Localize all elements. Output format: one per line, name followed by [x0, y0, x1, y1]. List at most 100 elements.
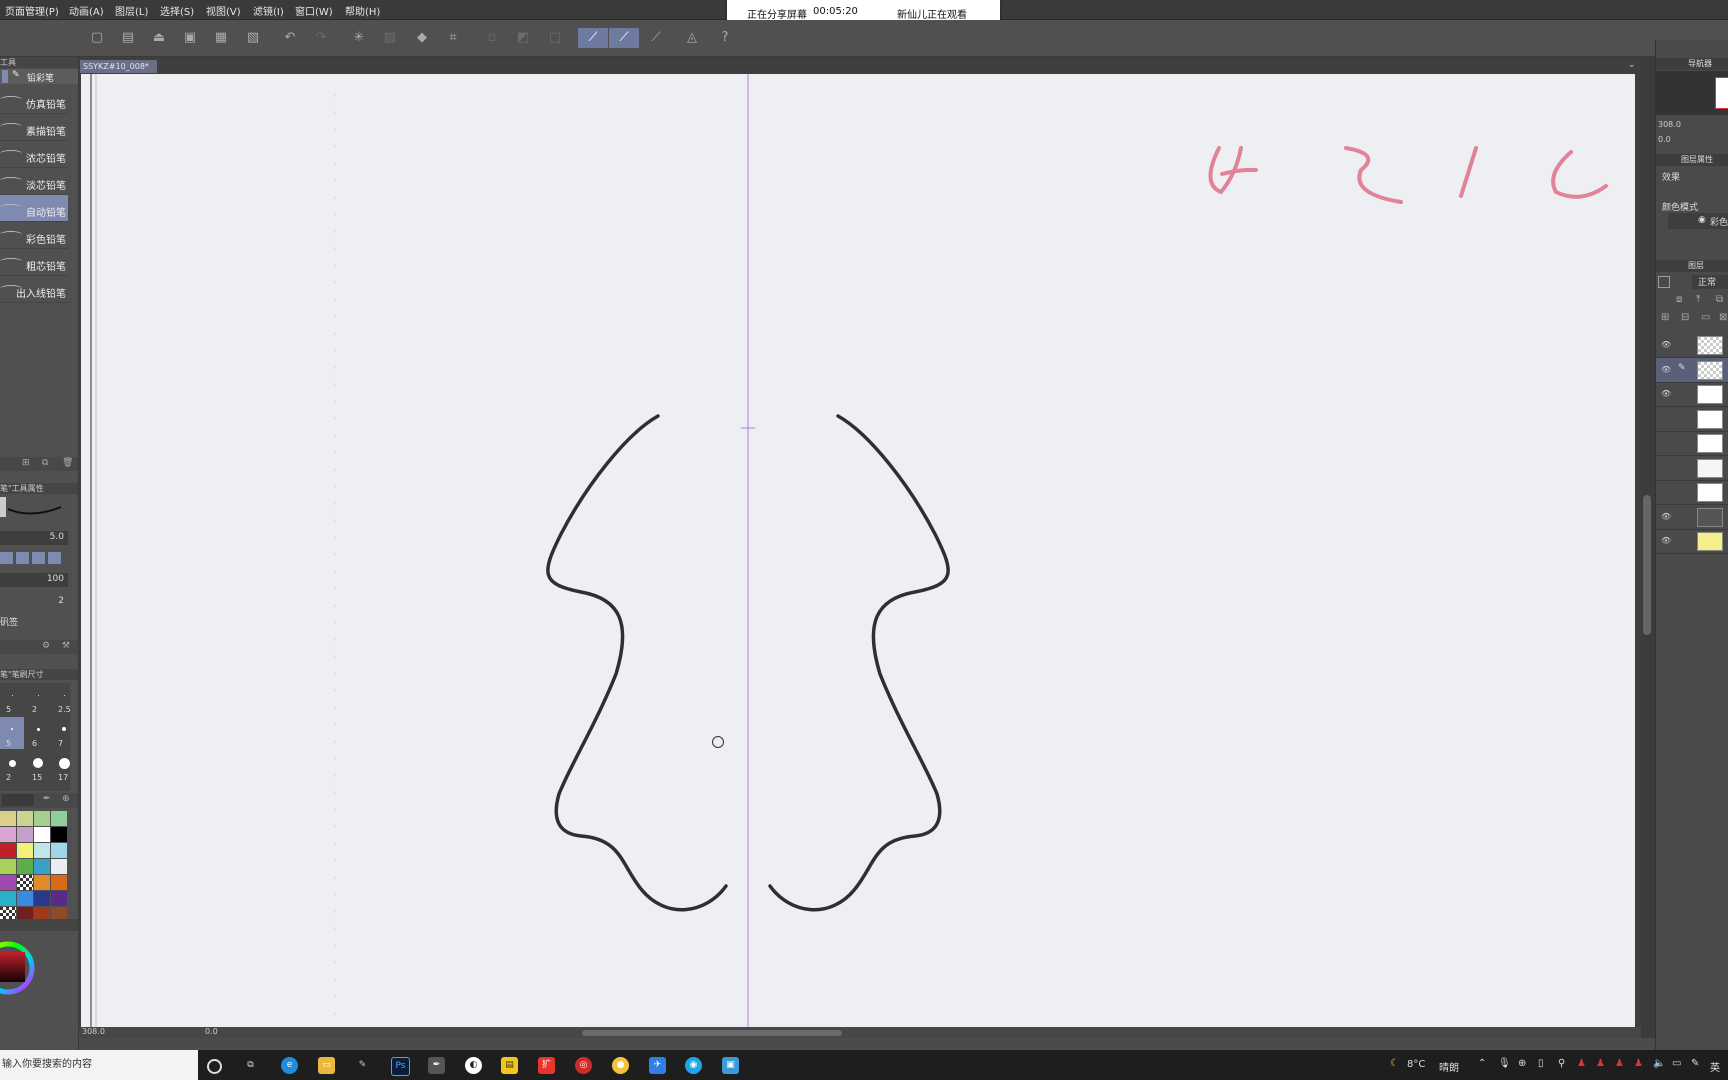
stylus-app-icon[interactable]: ✎: [354, 1057, 371, 1074]
new-folder-icon[interactable]: ▭: [1701, 312, 1710, 323]
angle-readout[interactable]: 0.0: [205, 1027, 218, 1036]
snap-ruler-icon[interactable]: ⟋: [578, 28, 608, 48]
snap-grid-icon[interactable]: ⟋: [646, 28, 666, 48]
weather-desc[interactable]: 晴朗: [1439, 1059, 1459, 1074]
density-button-4[interactable]: [48, 552, 61, 564]
brush-size-preset[interactable]: 2: [0, 751, 24, 783]
brush-size-preset[interactable]: 2: [26, 683, 50, 715]
layer-row[interactable]: 👁: [1656, 333, 1728, 358]
color-swatch[interactable]: [51, 827, 67, 842]
layer-row[interactable]: 👁: [1656, 505, 1728, 530]
color-swatch[interactable]: [17, 843, 33, 858]
display-icon[interactable]: ▭: [1672, 1058, 1681, 1069]
app-icon-ball[interactable]: ●: [612, 1057, 629, 1074]
color-swatch[interactable]: [51, 843, 67, 858]
menu-view[interactable]: 视图(V): [206, 3, 241, 18]
eye-icon[interactable]: [1661, 487, 1669, 495]
ime-indicator[interactable]: 英: [1710, 1059, 1720, 1074]
color-set-dropdown[interactable]: [2, 794, 34, 806]
weather-temp[interactable]: 8°C: [1407, 1059, 1425, 1070]
new-vector-layer-icon[interactable]: ⊟: [1681, 312, 1689, 323]
brush-item[interactable]: 自动铅笔: [0, 195, 68, 222]
brush-item[interactable]: 仿真铅笔: [0, 87, 68, 114]
edge-icon[interactable]: e: [281, 1057, 298, 1074]
tray-app-icon-2[interactable]: ♟: [1596, 1058, 1605, 1069]
layer-row[interactable]: 👁 ✎: [1656, 357, 1728, 383]
lock-checkbox[interactable]: [1658, 276, 1670, 288]
invert-selection-icon[interactable]: ◩: [513, 28, 533, 48]
color-swatch[interactable]: [0, 875, 16, 890]
eye-icon[interactable]: 👁: [1661, 512, 1671, 521]
color-swatch[interactable]: [34, 859, 50, 874]
brush-size-preset[interactable]: 15: [26, 751, 50, 783]
export-icon[interactable]: ▣: [180, 28, 200, 48]
layer-tool-icon-1[interactable]: ⧈: [1676, 294, 1682, 305]
color-swatch[interactable]: [51, 859, 67, 874]
color-swatch[interactable]: [0, 827, 16, 842]
clear-outside-icon[interactable]: ▨: [380, 28, 400, 48]
menu-layer[interactable]: 图层(L): [115, 3, 148, 18]
brush-size-preset[interactable]: 17: [52, 751, 76, 783]
cortana-icon[interactable]: [207, 1059, 222, 1074]
volume-icon[interactable]: 🔈: [1653, 1058, 1665, 1069]
ruler-icon[interactable]: ◬: [682, 28, 702, 48]
density-button-2[interactable]: [16, 552, 29, 564]
color-swatch[interactable]: [34, 811, 50, 826]
clip-studio-icon[interactable]: ✒: [428, 1057, 445, 1074]
layer-row[interactable]: [1656, 456, 1728, 481]
color-mode-button[interactable]: ◉ 彩色: [1668, 213, 1728, 229]
document-tab[interactable]: SSYKZ#10_008* ×: [80, 60, 157, 84]
brush-size-preset[interactable]: 5: [0, 717, 24, 749]
new-file-icon[interactable]: ▢: [87, 28, 107, 48]
app-icon-moon[interactable]: ◐: [465, 1057, 482, 1074]
menu-window[interactable]: 窗口(W): [295, 3, 333, 18]
color-swatch[interactable]: [34, 843, 50, 858]
navigator-angle[interactable]: 0.0: [1658, 135, 1671, 144]
opacity-field[interactable]: 100: [0, 573, 68, 587]
open-file-icon[interactable]: ▤: [118, 28, 138, 48]
blend-mode-dropdown[interactable]: 正常: [1692, 275, 1728, 289]
help-icon[interactable]: ?: [715, 28, 735, 48]
layer-row[interactable]: [1656, 407, 1728, 432]
export-psd-icon[interactable]: ▧: [243, 28, 263, 48]
color-swatch[interactable]: [51, 875, 67, 890]
add-color-icon[interactable]: ⊕: [62, 794, 70, 804]
color-wheel[interactable]: [0, 940, 50, 995]
color-swatch[interactable]: [34, 891, 50, 906]
color-swatch[interactable]: [17, 811, 33, 826]
layer-delete-icon[interactable]: ⊠: [1719, 312, 1727, 323]
eye-icon[interactable]: [1661, 438, 1669, 446]
horizontal-scrollbar[interactable]: [582, 1030, 842, 1036]
subtool-tab-label[interactable]: 铅彩笔: [27, 71, 54, 84]
density-button-3[interactable]: [32, 552, 45, 564]
fill-icon[interactable]: ◆: [412, 28, 432, 48]
tray-app-icon-3[interactable]: ♟: [1615, 1058, 1624, 1069]
eye-icon[interactable]: 👁: [1661, 340, 1671, 349]
delete-subtool-icon[interactable]: 🗑: [62, 458, 73, 468]
navigator-zoom[interactable]: 308.0: [1658, 120, 1681, 129]
file-explorer-icon[interactable]: ▭: [318, 1057, 335, 1074]
clear-icon[interactable]: ✳: [349, 28, 369, 48]
menu-select[interactable]: 选择(S): [160, 3, 194, 18]
transform-icon[interactable]: ⌗: [443, 28, 463, 48]
qq-icon[interactable]: ◉: [685, 1057, 702, 1074]
wrench-icon[interactable]: ⚒: [62, 641, 70, 651]
photoshop-icon[interactable]: Ps: [391, 1057, 410, 1076]
export-png-icon[interactable]: ▦: [211, 28, 231, 48]
eyedropper-icon[interactable]: ✒: [43, 794, 51, 804]
redo-icon[interactable]: ↷: [311, 28, 331, 48]
copy-subtool-icon[interactable]: ⧉: [42, 458, 48, 468]
color-swatch[interactable]: [17, 875, 33, 890]
layer-tool-icon-2[interactable]: ⤒: [1696, 294, 1700, 305]
brush-item[interactable]: 淡芯铅笔: [0, 168, 68, 195]
pen-icon[interactable]: ✎: [1691, 1058, 1699, 1069]
selection-icon[interactable]: □: [545, 28, 565, 48]
eye-icon[interactable]: 👁: [1661, 365, 1671, 374]
taskbar-search[interactable]: 输入你要搜索的内容: [0, 1050, 198, 1080]
color-swatch[interactable]: [34, 875, 50, 890]
brush-item[interactable]: 彩色铅笔: [0, 222, 68, 249]
drawing-paper[interactable]: [81, 74, 1635, 1027]
brush-item[interactable]: 浓芯铅笔: [0, 141, 68, 168]
app-icon-bird[interactable]: ✈: [649, 1057, 666, 1074]
menu-filter[interactable]: 滤镜(I): [253, 3, 284, 18]
